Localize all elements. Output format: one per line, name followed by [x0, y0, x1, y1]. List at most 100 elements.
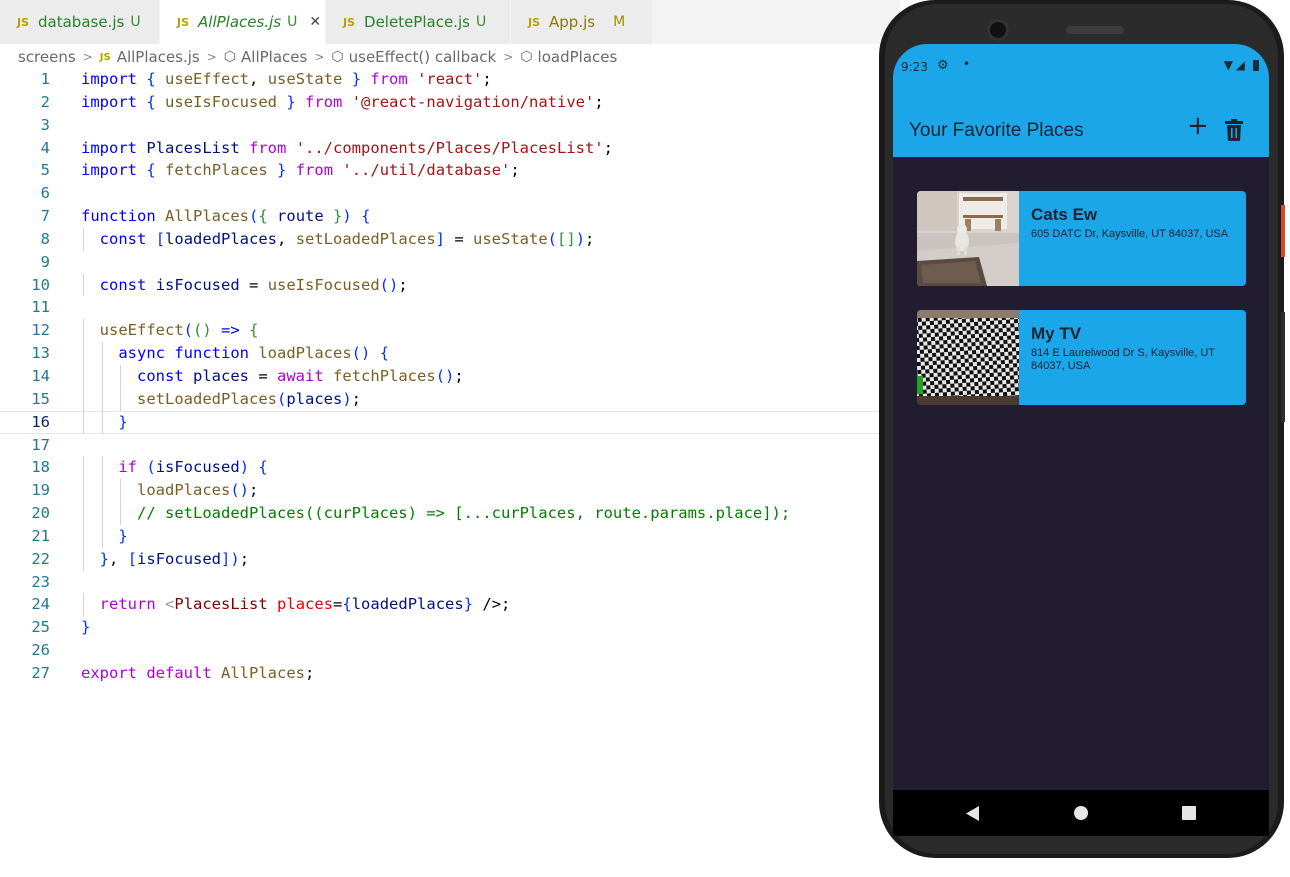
- symbol-cube-icon: ⬡: [223, 49, 237, 65]
- code-line[interactable]: 21 }: [0, 524, 880, 548]
- line-number: 16: [31, 412, 50, 431]
- code-line[interactable]: 14 const places = await fetchPlaces();: [0, 364, 880, 388]
- line-number: 27: [31, 663, 50, 682]
- tab-deleteplace-js[interactable]: JS DeletePlace.js U: [326, 0, 511, 44]
- editor-tab-bar: JS database.js U JS AllPlaces.js U ✕ JS …: [0, 0, 900, 44]
- place-item[interactable]: My TV 814 E Laurelwood Dr S, Kaysville, …: [917, 310, 1246, 405]
- place-item[interactable]: Cats Ew 605 DATC Dr, Kaysville, UT 84037…: [917, 191, 1246, 286]
- breadcrumb-symbol[interactable]: useEffect() callback: [349, 48, 497, 66]
- code-line[interactable]: 19 loadPlaces();: [0, 479, 880, 503]
- breadcrumb: screens > JS AllPlaces.js > ⬡ AllPlaces …: [18, 47, 617, 67]
- js-file-icon: JS: [528, 15, 541, 29]
- code-line[interactable]: 7 function AllPlaces({ route }) {: [0, 205, 880, 228]
- tab-label: database.js: [38, 13, 125, 31]
- line-number: 23: [31, 572, 50, 591]
- code-line[interactable]: 26: [0, 639, 880, 662]
- place-title: My TV: [1031, 324, 1082, 343]
- code-line[interactable]: 18 if (isFocused) {: [0, 456, 880, 480]
- wifi-icon: ▼: [1223, 58, 1233, 72]
- code-editor[interactable]: 1 import { useEffect, useState } from 're…: [0, 68, 880, 685]
- chevron-right-icon: >: [206, 50, 217, 64]
- line-number: 12: [31, 321, 50, 340]
- breadcrumb-file[interactable]: AllPlaces.js: [117, 48, 200, 66]
- line-number: 1: [40, 70, 50, 88]
- front-camera: [990, 22, 1006, 38]
- code-text: loadPlaces();: [137, 481, 259, 500]
- line-number: 19: [31, 481, 50, 500]
- js-file-icon: JS: [177, 15, 190, 29]
- code-line[interactable]: 17: [0, 434, 880, 457]
- home-icon[interactable]: [1068, 790, 1094, 836]
- code-line[interactable]: 1 import { useEffect, useState } from 're…: [0, 68, 880, 91]
- code-line[interactable]: 9: [0, 251, 880, 274]
- breadcrumb-folder[interactable]: screens: [18, 48, 76, 66]
- code-line[interactable]: 11: [0, 296, 880, 319]
- breadcrumb-symbol[interactable]: AllPlaces: [241, 48, 307, 66]
- line-number: 26: [31, 641, 50, 660]
- breadcrumb-symbol[interactable]: loadPlaces: [538, 48, 618, 66]
- code-line[interactable]: 4 import PlacesList from '../components/P…: [0, 137, 880, 160]
- line-number: 8: [40, 229, 50, 248]
- code-line[interactable]: 8 const [loadedPlaces, setLoadedPlaces] …: [0, 227, 880, 251]
- code-line[interactable]: 3: [0, 114, 880, 137]
- code-line[interactable]: 22 }, [isFocused]);: [0, 547, 880, 571]
- code-text: }, [isFocused]);: [99, 549, 250, 568]
- android-nav-bar: [893, 790, 1269, 836]
- code-line[interactable]: 16 }: [0, 410, 880, 434]
- code-text: import { useEffect, useState } from 'rea…: [81, 70, 492, 88]
- code-line[interactable]: 5 import { fetchPlaces } from '../util/da…: [0, 159, 880, 182]
- code-line[interactable]: 24 return <PlacesList places={loadedPlac…: [0, 593, 880, 617]
- line-number: 20: [31, 504, 50, 523]
- tab-label: App.js: [549, 13, 596, 31]
- code-text: }: [118, 412, 128, 431]
- recents-icon[interactable]: [1176, 790, 1202, 836]
- close-tab-icon[interactable]: ✕: [309, 14, 321, 30]
- code-text: const places = await fetchPlaces();: [137, 366, 464, 385]
- phone-screen: 9:23 ⚙ • ▼ ◢ Your Favorite Places + Cats…: [893, 44, 1269, 834]
- add-place-button[interactable]: +: [1187, 111, 1209, 141]
- code-line[interactable]: 27 export default AllPlaces;: [0, 662, 880, 685]
- code-line[interactable]: 25}: [0, 616, 880, 639]
- code-line[interactable]: 6: [0, 182, 880, 205]
- back-icon[interactable]: [959, 790, 985, 836]
- battery-icon: [1253, 60, 1259, 71]
- code-text: }: [81, 618, 91, 637]
- delete-icon[interactable]: [1225, 119, 1243, 145]
- status-time: 9:23: [901, 60, 928, 74]
- symbol-cube-icon: ⬡: [520, 49, 533, 65]
- line-number: 9: [40, 252, 50, 271]
- code-line[interactable]: 2 import { useIsFocused } from '@react-na…: [0, 91, 880, 114]
- tab-allplaces-js[interactable]: JS AllPlaces.js U ✕: [160, 0, 326, 44]
- code-line[interactable]: 12 useEffect(() => {: [0, 319, 880, 343]
- volume-button: [1281, 312, 1285, 422]
- tab-label: DeletePlace.js: [364, 13, 470, 31]
- place-address: 814 E Laurelwood Dr S, Kaysville, UT 840…: [1031, 347, 1215, 372]
- code-line[interactable]: 13 async function loadPlaces() {: [0, 342, 880, 365]
- line-number: 18: [31, 458, 50, 477]
- code-text: setLoadedPlaces(places);: [137, 389, 362, 408]
- symbol-cube-icon: ⬡: [331, 49, 344, 65]
- gear-icon: ⚙: [937, 58, 949, 73]
- code-line[interactable]: 15 setLoadedPlaces(places);: [0, 387, 880, 411]
- tab-app-js[interactable]: JS App.js M: [511, 0, 653, 44]
- code-text: return <PlacesList places={loadedPlaces}…: [99, 595, 511, 614]
- code-line[interactable]: 23: [0, 571, 880, 594]
- place-image: [917, 310, 1019, 405]
- git-status-badge: U: [287, 14, 298, 30]
- line-number: 7: [40, 207, 50, 226]
- code-line[interactable]: 10 const isFocused = useIsFocused();: [0, 273, 880, 297]
- speaker-grille: [1066, 26, 1124, 34]
- git-status-badge: U: [475, 14, 487, 30]
- js-file-icon: JS: [99, 51, 111, 63]
- line-number: 2: [40, 92, 50, 111]
- signal-icon: ◢: [1235, 58, 1245, 72]
- tab-label: AllPlaces.js: [198, 13, 282, 31]
- line-number: 15: [31, 389, 50, 408]
- power-button: [1281, 205, 1285, 257]
- code-text: async function loadPlaces() {: [118, 344, 390, 363]
- place-title: Cats Ew: [1031, 205, 1098, 224]
- code-line[interactable]: 20 // setLoadedPlaces((curPlaces) => [..…: [0, 502, 880, 525]
- place-address: 605 DATC Dr, Kaysville, UT 84037, USA: [1031, 228, 1229, 240]
- tab-database-js[interactable]: JS database.js U: [0, 0, 160, 44]
- status-bar: 9:23 ⚙ • ▼ ◢: [893, 44, 1269, 89]
